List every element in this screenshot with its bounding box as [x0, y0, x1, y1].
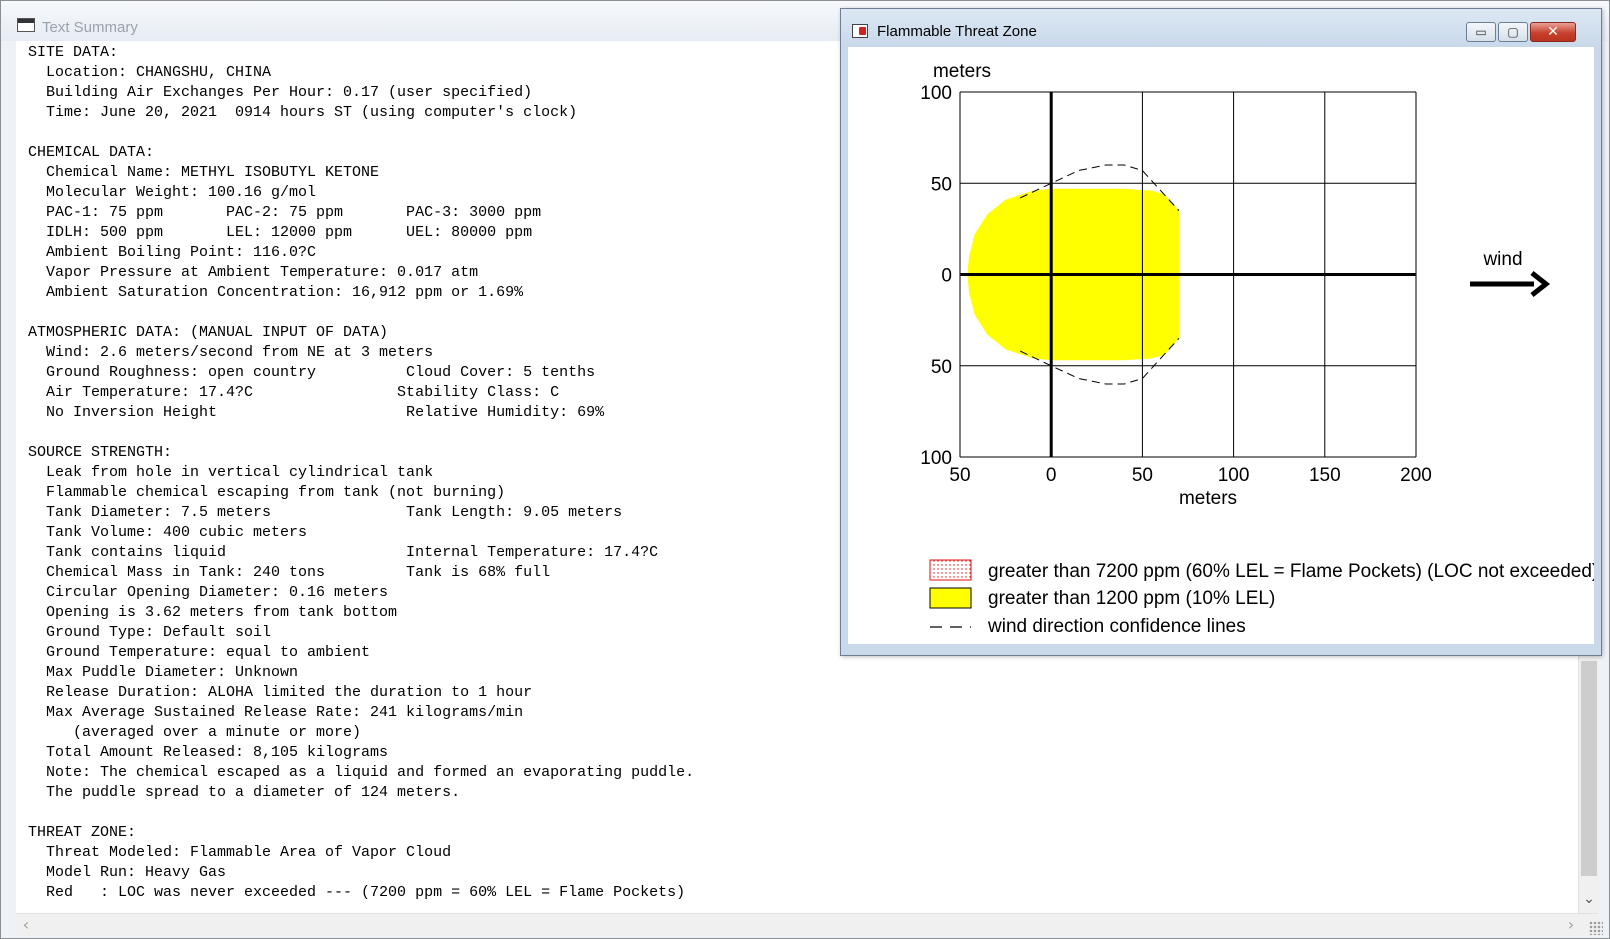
close-button[interactable]: ✕	[1530, 22, 1576, 42]
summary-line: PAC-1: 75 ppm PAC-2: 75 ppm PAC-3: 3000 …	[28, 204, 542, 221]
scroll-right-arrow-icon[interactable]: ›	[1561, 914, 1581, 936]
summary-line: Air Temperature: 17.4?C Stability Class:…	[28, 384, 560, 401]
summary-line: The puddle spread to a diameter of 124 m…	[28, 784, 461, 801]
window-title: Text Summary	[42, 19, 138, 36]
summary-line: (averaged over a minute or more)	[28, 724, 362, 741]
summary-line: Tank Volume: 400 cubic meters	[28, 524, 308, 541]
vertical-scroll-thumb[interactable]	[1581, 661, 1597, 876]
threat-zone-window: Flammable Threat Zone ▭ ▢ ✕ 50 0 50 100 150 2…	[840, 8, 1602, 656]
summary-line	[28, 123, 694, 143]
horizontal-scrollbar[interactable]: ‹ ›	[16, 913, 1598, 936]
summary-line: Opening is 3.62 meters from tank bottom	[28, 604, 398, 621]
summary-line: Ground Temperature: equal to ambient	[28, 644, 371, 661]
y-tick-label: 50	[931, 174, 952, 195]
x-tick-label: 200	[1400, 465, 1432, 486]
y-tick-label: 50	[931, 357, 952, 378]
x-tick-label: 50	[949, 465, 970, 486]
summary-line: CHEMICAL DATA:	[28, 144, 155, 161]
legend-label-confidence-lines: wind direction confidence lines	[987, 616, 1246, 637]
text-summary-text: SITE DATA: Location: CHANGSHU, CHINA Bui…	[28, 43, 694, 903]
summary-line: Threat Modeled: Flammable Area of Vapor …	[28, 844, 452, 861]
summary-line: Chemical Name: METHYL ISOBUTYL KETONE	[28, 164, 380, 181]
summary-line: Model Run: Heavy Gas	[28, 864, 227, 881]
summary-line: SITE DATA:	[28, 44, 119, 61]
summary-line: Leak from hole in vertical cylindrical t…	[28, 464, 434, 481]
summary-line: ATMOSPHERIC DATA: (MANUAL INPUT OF DATA)	[28, 324, 389, 341]
summary-line: Max Puddle Diameter: Unknown	[28, 664, 299, 681]
window-icon	[852, 24, 868, 38]
threat-zone-titlebar[interactable]: Flammable Threat Zone ▭ ▢ ✕	[841, 9, 1601, 47]
y-tick-label: 0	[941, 266, 952, 287]
x-tick-label: 150	[1309, 465, 1341, 486]
summary-line: SOURCE STRENGTH:	[28, 444, 173, 461]
summary-line: Release Duration: ALOHA limited the dura…	[28, 684, 533, 701]
summary-line	[28, 803, 694, 823]
summary-line: Ground Type: Default soil	[28, 624, 272, 641]
threat-zone-chart: 50 0 50 100 150 20010050050100metersmeterswin…	[920, 61, 1594, 637]
summary-line: Wind: 2.6 meters/second from NE at 3 met…	[28, 344, 434, 361]
summary-line: Ambient Boiling Point: 116.0?C	[28, 244, 317, 261]
summary-line: Time: June 20, 2021 0914 hours ST (using…	[28, 104, 578, 121]
summary-line	[28, 303, 694, 323]
summary-line: Red : LOC was never exceeded --- (7200 p…	[28, 884, 686, 901]
summary-line: Tank Diameter: 7.5 meters Tank Length: 9…	[28, 504, 623, 521]
x-tick-label: 50	[1132, 465, 1153, 486]
summary-line: Chemical Mass in Tank: 240 tons Tank is …	[28, 564, 551, 581]
threat-zone-plot-area: 50 0 50 100 150 200 100 50 0 50 100 meters meters win…	[848, 47, 1594, 644]
y-tick-label: 100	[920, 448, 952, 469]
summary-line: IDLH: 500 ppm LEL: 12000 ppm UEL: 80000 …	[28, 224, 533, 241]
legend-label-yellow-zone: greater than 1200 ppm (10% LEL)	[988, 588, 1275, 609]
scroll-left-arrow-icon[interactable]: ‹	[16, 914, 36, 936]
summary-line: THREAT ZONE:	[28, 824, 137, 841]
summary-line: Note: The chemical escaped as a liquid a…	[28, 764, 695, 781]
x-tick-label: 0	[1046, 465, 1057, 486]
summary-line: Ambient Saturation Concentration: 16,912…	[28, 284, 524, 301]
wind-label: wind	[1482, 249, 1522, 270]
legend-swatch-flame-pockets	[929, 559, 972, 581]
summary-line: Total Amount Released: 8,105 kilograms	[28, 744, 389, 761]
maximize-button[interactable]: ▢	[1498, 22, 1528, 42]
summary-line: Building Air Exchanges Per Hour: 0.17 (u…	[28, 84, 533, 101]
summary-line: Molecular Weight: 100.16 g/mol	[28, 184, 317, 201]
summary-line: Circular Opening Diameter: 0.16 meters	[28, 584, 389, 601]
summary-line: Vapor Pressure at Ambient Temperature: 0…	[28, 264, 479, 281]
scroll-down-arrow-icon[interactable]: ⌄	[1579, 889, 1599, 909]
resize-grip-icon[interactable]	[1589, 921, 1603, 935]
summary-line: Flammable chemical escaping from tank (n…	[28, 484, 506, 501]
y-tick-label: 100	[920, 83, 952, 104]
x-axis-label: meters	[1179, 488, 1237, 509]
legend-label-flame-pockets: greater than 7200 ppm (60% LEL = Flame P…	[988, 561, 1594, 582]
summary-line	[28, 423, 694, 443]
window-icon	[17, 18, 35, 32]
minimize-button[interactable]: ▭	[1466, 22, 1496, 42]
summary-line: No Inversion Height Relative Humidity: 6…	[28, 404, 605, 421]
y-axis-label: meters	[933, 61, 991, 82]
summary-line: Location: CHANGSHU, CHINA	[28, 64, 272, 81]
wind-arrow-icon	[1530, 271, 1551, 297]
summary-line: Tank contains liquid Internal Temperatur…	[28, 544, 659, 561]
window-title: Flammable Threat Zone	[877, 23, 1037, 40]
x-tick-label: 100	[1218, 465, 1250, 486]
legend-swatch-yellow-zone	[929, 587, 972, 609]
summary-line: Ground Roughness: open country Cloud Cov…	[28, 364, 596, 381]
summary-line: Max Average Sustained Release Rate: 241 …	[28, 704, 524, 721]
